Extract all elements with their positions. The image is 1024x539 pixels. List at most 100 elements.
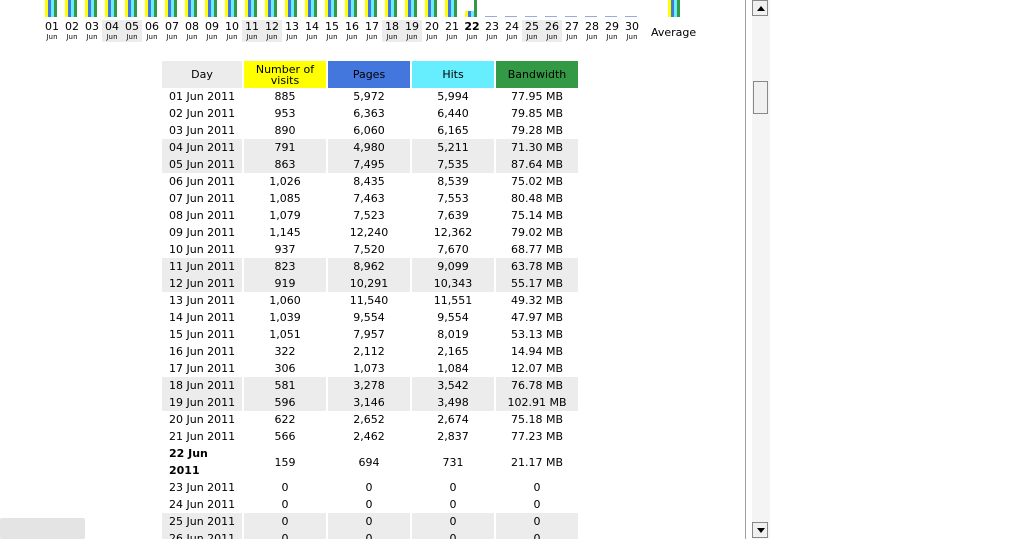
month-abbrev: Jun [526,33,538,41]
cell-day: 23 Jun 2011 [169,481,236,494]
month-abbrev: Jun [306,33,318,41]
day-number: 29 [605,20,619,33]
day-label-29: 29 Jun [602,20,622,42]
table-row: 23 Jun 2011 0 0 0 0 [162,479,578,496]
day-label-02: 02 Jun [62,20,82,42]
cell-day: 16 Jun 2011 [169,345,236,358]
cell-bandwidth: 79.85 MB [510,107,564,120]
day-number: 07 [165,20,179,33]
month-abbrev: Jun [246,33,258,41]
month-abbrev: Jun [106,33,118,41]
day-label-13: 13 Jun [282,20,302,42]
cell-bandwidth: 75.14 MB [510,209,564,222]
day-label-04: 04 Jun [102,20,122,42]
cell-visits: 596 [244,394,326,411]
cell-pages: 8,962 [328,258,410,275]
table-row: 15 Jun 2011 1,051 7,957 8,019 53.13 MB [162,326,578,343]
day-number: 20 [425,20,439,33]
cell-visits: 322 [274,345,296,358]
cell-pages: 2,462 [353,430,385,443]
scroll-down-arrow-icon[interactable] [752,522,768,538]
month-abbrev: Jun [126,33,138,41]
table-row: 04 Jun 2011 791 4,980 5,211 71.30 MB [162,139,578,156]
day-labels-row: 01 Jun 02 Jun 03 Jun 04 Jun 05 Jun 06 Jun 07 Jun 08 Jun… [42,20,642,42]
cell-day: 14 Jun 2011 [169,311,236,324]
header-pages: Pages [328,61,410,88]
cell-hits: 5,211 [412,139,494,156]
cell-hits: 8,019 [437,328,469,341]
cell-visits: 937 [274,243,296,256]
vertical-scrollbar[interactable] [752,0,770,539]
day-label-18: 18 Jun [382,20,402,42]
cell-bandwidth: 21.17 MB [510,455,564,469]
month-abbrev: Jun [486,33,498,41]
bar-bandwidth-09 [214,0,217,17]
cell-hits: 6,165 [437,124,469,137]
cell-bandwidth: 12.07 MB [510,362,564,375]
cell-visits: 885 [274,90,296,103]
table-row: 25 Jun 2011 0 0 0 0 [162,513,578,530]
bar-bandwidth-10 [234,0,237,17]
cell-hits: 0 [412,513,494,530]
header-visits: Number of visits [244,61,326,88]
cell-pages: 7,520 [353,243,385,256]
day-number: 12 [265,20,279,33]
bar-bandwidth-05 [134,0,137,17]
header-day: Day [162,61,242,88]
cell-day: 26 Jun 2011 [162,530,242,539]
cell-pages: 0 [365,498,373,511]
month-abbrev: Jun [146,33,158,41]
cell-hits: 12,362 [433,226,473,239]
cell-bandwidth: 75.18 MB [510,413,564,426]
cell-visits: 823 [244,258,326,275]
day-number: 28 [585,20,599,33]
cell-hits: 6,440 [437,107,469,120]
day-number: 02 [65,20,79,33]
table-row: 12 Jun 2011 919 10,291 10,343 55.17 MB [162,275,578,292]
cell-bandwidth: 47.97 MB [510,311,564,324]
day-number: 22 [464,20,480,33]
table-row: 21 Jun 2011 566 2,462 2,837 77.23 MB [162,428,578,445]
cell-visits: 306 [274,362,296,375]
cell-bandwidth: 63.78 MB [496,258,578,275]
table-row: 11 Jun 2011 823 8,962 9,099 63.78 MB [162,258,578,275]
horizontal-scrollbar-thumb[interactable] [0,518,85,539]
cell-pages: 3,278 [328,377,410,394]
cell-bandwidth: 68.77 MB [510,243,564,256]
cell-visits: 1,085 [269,192,301,205]
month-abbrev: Jun [266,33,278,41]
scroll-up-arrow-icon[interactable] [752,0,768,16]
vertical-scrollbar-thumb[interactable] [753,81,768,114]
cell-day: 17 Jun 2011 [169,362,236,375]
cell-day: 01 Jun 2011 [169,90,236,103]
table-header-row: Day Number of visits Pages Hits Bandwidt… [162,61,578,88]
cell-hits: 3,498 [412,394,494,411]
cell-pages: 6,363 [353,107,385,120]
cell-bandwidth: 0 [533,481,541,494]
month-abbrev: Jun [446,33,458,41]
bar-bandwidth-16 [354,0,357,17]
cell-hits: 8,539 [437,175,469,188]
cell-bandwidth: 0 [533,498,541,511]
bar-bandwidth-30 [634,16,637,17]
table-row: 18 Jun 2011 581 3,278 3,542 76.78 MB [162,377,578,394]
cell-day: 21 Jun 2011 [169,430,236,443]
month-abbrev: Jun [406,33,418,41]
table-row: 07 Jun 2011 1,085 7,463 7,553 80.48 MB [162,190,578,207]
cell-hits: 731 [442,455,464,469]
cell-hits: 7,639 [437,209,469,222]
bar-bandwidth-11 [254,0,257,17]
cell-hits: 9,554 [437,311,469,324]
cell-visits: 581 [244,377,326,394]
cell-day: 25 Jun 2011 [162,513,242,530]
cell-hits: 9,099 [412,258,494,275]
day-number: 03 [85,20,99,33]
table-row: 24 Jun 2011 0 0 0 0 [162,496,578,513]
cell-pages: 9,554 [353,311,385,324]
bar-bandwidth-20 [434,0,437,17]
day-label-22: 22 Jun [462,20,482,42]
day-label-15: 15 Jun [322,20,342,42]
cell-visits: 1,039 [269,311,301,324]
month-abbrev: Jun [226,33,238,41]
bar-bandwidth-27 [574,16,577,17]
